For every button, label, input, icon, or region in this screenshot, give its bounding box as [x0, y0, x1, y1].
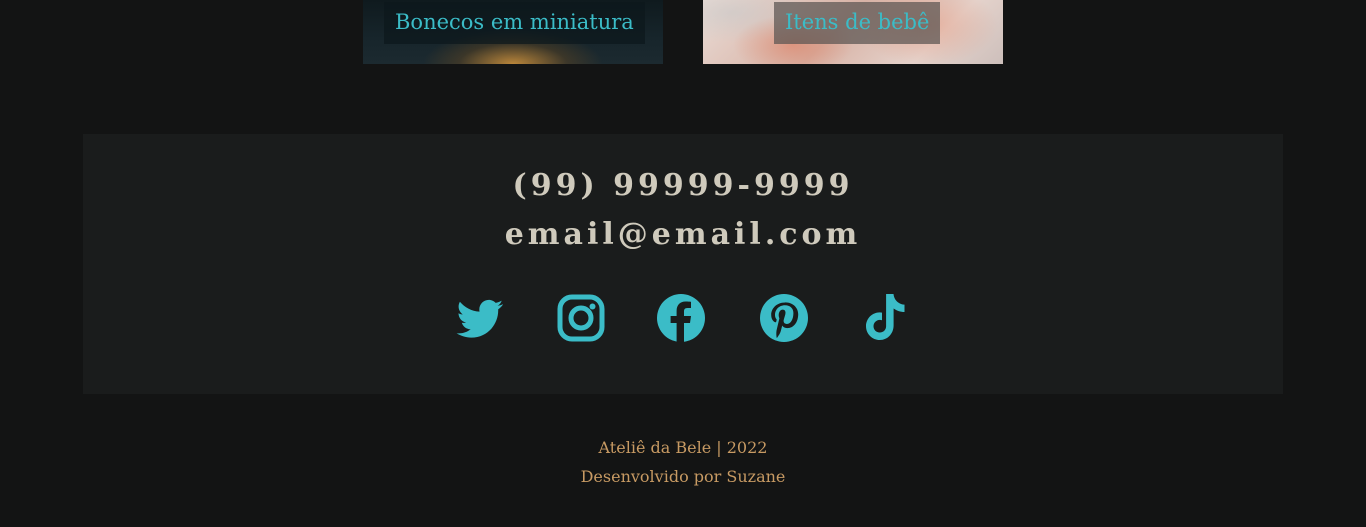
- pinterest-icon: [760, 294, 808, 342]
- contact-email[interactable]: email@email.com: [83, 215, 1283, 255]
- page: Bonecos em miniatura Itens de bebê (99) …: [0, 0, 1366, 527]
- facebook-link[interactable]: [655, 292, 707, 344]
- social-links: [83, 292, 1283, 344]
- instagram-icon: [557, 294, 605, 342]
- tiktok-icon: [866, 294, 905, 340]
- footer-credit: Desenvolvido por Suzane: [580, 467, 786, 486]
- tiktok-link[interactable]: [859, 292, 911, 344]
- contact-phone: (99) 99999-9999: [512, 168, 854, 203]
- instagram-link[interactable]: [555, 292, 607, 344]
- gallery-card-miniatures[interactable]: Bonecos em miniatura: [363, 0, 663, 64]
- footer-copyright: Ateliê da Bele | 2022: [598, 438, 768, 457]
- gallery-card-baby-items[interactable]: Itens de bebê: [703, 0, 1003, 64]
- contact-section: (99) 99999-9999 email@email.com: [83, 134, 1283, 394]
- pinterest-link[interactable]: [758, 292, 810, 344]
- gallery-card-label[interactable]: Bonecos em miniatura: [384, 2, 645, 44]
- twitter-icon: [456, 299, 503, 338]
- gallery-card-label[interactable]: Itens de bebê: [774, 2, 941, 44]
- facebook-icon: [657, 294, 705, 342]
- twitter-link[interactable]: [454, 292, 506, 344]
